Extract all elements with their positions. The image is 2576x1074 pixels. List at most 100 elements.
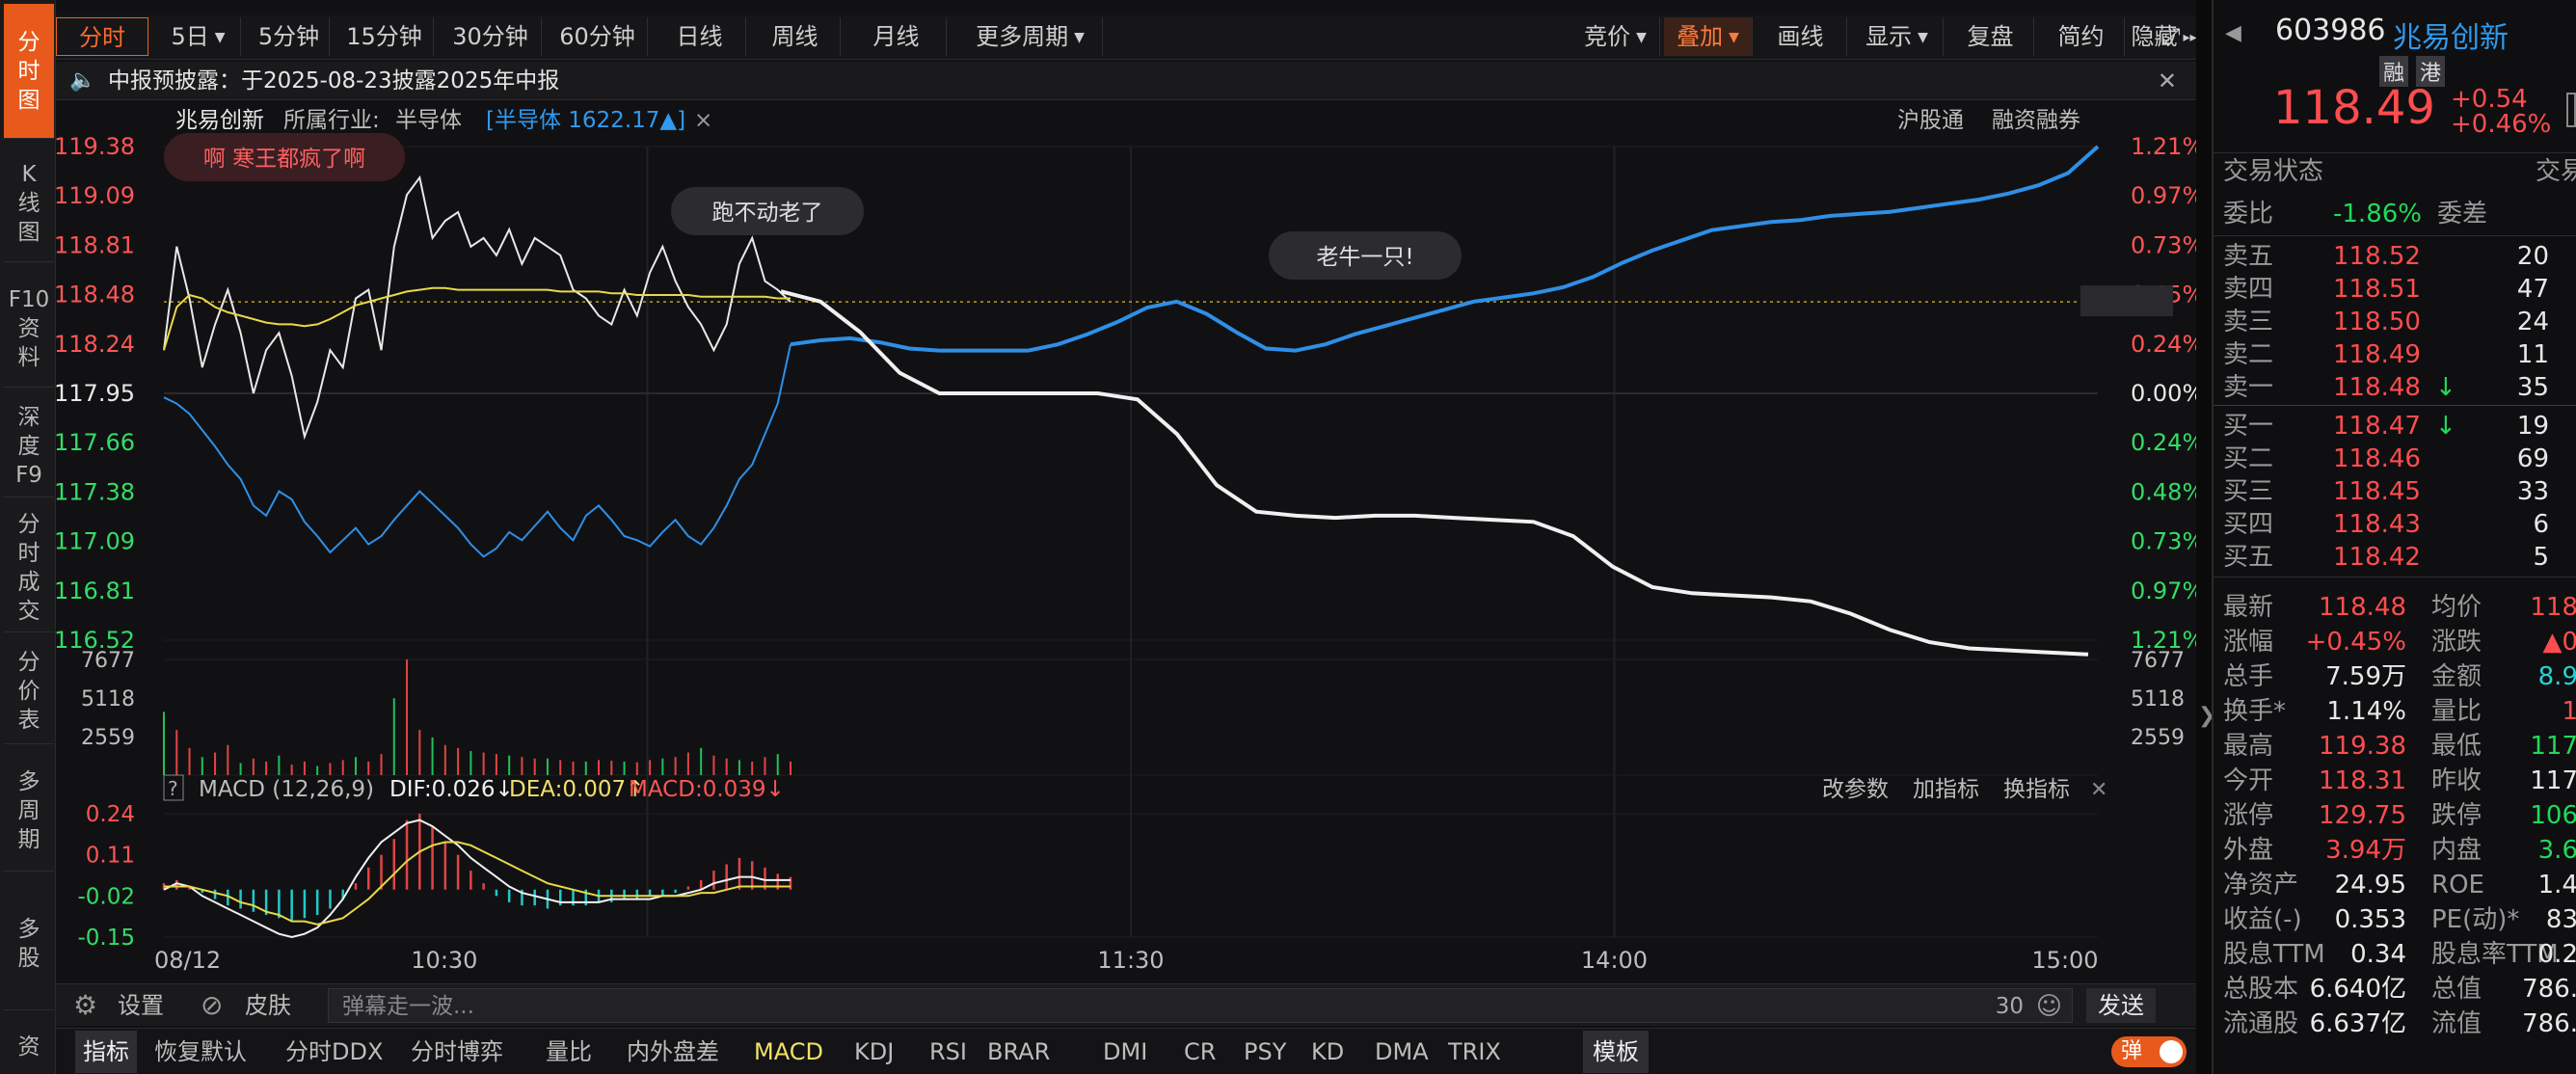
indicator-tab-6[interactable]: MACD bbox=[754, 1031, 823, 1073]
skin-button[interactable]: 皮肤 bbox=[245, 984, 291, 1027]
indicator-tab-10[interactable]: DMI bbox=[1103, 1031, 1147, 1073]
toolbar-right-3[interactable]: 显示 ▼ bbox=[1851, 17, 1944, 56]
bid-price[interactable]: 118.46 bbox=[2333, 442, 2421, 476]
period-tab-1[interactable]: 5日 ▼ bbox=[156, 17, 241, 56]
settings-icon[interactable]: ⚙ bbox=[73, 984, 97, 1027]
indicator-tab-15[interactable]: TRIX bbox=[1448, 1031, 1501, 1073]
toolbar-right-5[interactable]: 简约 bbox=[2038, 17, 2125, 56]
industry-name[interactable]: 半导体 bbox=[395, 108, 462, 133]
stat-label: 均价 bbox=[2431, 593, 2482, 622]
ask-price[interactable]: 118.52 bbox=[2333, 239, 2421, 274]
right-scroll-handle[interactable] bbox=[2566, 93, 2576, 127]
price-change-pct: +0.46% bbox=[2451, 110, 2552, 139]
period-tab-2[interactable]: 5分钟 bbox=[249, 17, 330, 56]
ask-price[interactable]: 118.48 bbox=[2333, 370, 2421, 405]
close-icon[interactable]: ✕ bbox=[2090, 778, 2107, 802]
danmaku-toggle[interactable]: 弹 bbox=[2111, 1036, 2187, 1067]
price-axis-label: 119.09 bbox=[56, 182, 135, 209]
indicator-tab-14[interactable]: DMA bbox=[1375, 1031, 1429, 1073]
toolbar-right-4[interactable]: 复盘 bbox=[1947, 17, 2034, 56]
indicator-tab-5[interactable]: 内外盘差 bbox=[627, 1031, 719, 1073]
margin-link[interactable]: 融资融券 bbox=[1992, 108, 2080, 133]
indicator-tab-2[interactable]: 分时DDX bbox=[285, 1031, 383, 1073]
danmaku-text: 啊 寒王都疯了啊 bbox=[203, 147, 365, 172]
ask-price[interactable]: 118.49 bbox=[2333, 337, 2421, 372]
stat-value: 83 bbox=[2545, 905, 2576, 934]
indicator-tab-11[interactable]: CR bbox=[1184, 1031, 1216, 1073]
sidebar-tab-6[interactable]: 多周期 bbox=[4, 750, 54, 872]
settings-button[interactable]: 设置 bbox=[118, 984, 164, 1027]
indicator-tab-4[interactable]: 量比 bbox=[546, 1031, 592, 1073]
stat-value: 117 bbox=[2530, 766, 2576, 795]
status-label: 交易状态 bbox=[2223, 157, 2324, 186]
macd-link[interactable]: 改参数 bbox=[1822, 777, 1889, 802]
period-label: 分时 bbox=[79, 24, 125, 51]
ask-price[interactable]: 118.50 bbox=[2333, 305, 2421, 339]
bid-label: 买五 bbox=[2223, 543, 2274, 572]
sidebar-tab-7[interactable]: 多股 bbox=[4, 877, 54, 1010]
danmaku-input[interactable]: 弹幕走一波... 30 ☺ bbox=[328, 988, 2073, 1023]
indicator-tab-0[interactable]: 指标 bbox=[75, 1031, 137, 1073]
overlay-index-tag[interactable]: [半导体 1622.17▲] bbox=[486, 108, 685, 133]
bid-price[interactable]: 118.45 bbox=[2333, 474, 2421, 509]
hk-connect-link[interactable]: 沪股通 bbox=[1897, 108, 1964, 133]
close-icon[interactable]: ✕ bbox=[2158, 62, 2177, 100]
stat-value: +0.45% bbox=[2305, 628, 2406, 657]
toolbar-label: 简约 bbox=[2057, 23, 2105, 50]
notice-text[interactable]: 中报预披露：于2025-08-23披露2025年中报 bbox=[108, 62, 559, 100]
period-tab-8[interactable]: 月线 bbox=[846, 17, 947, 56]
bid-volume: 6 bbox=[2533, 510, 2549, 539]
sidebar-tab-0[interactable]: 分时图 bbox=[4, 4, 54, 139]
macd-axis-label: 0.11 bbox=[86, 844, 135, 869]
indicator-tab-8[interactable]: RSI bbox=[929, 1031, 967, 1073]
sidebar-tab-3[interactable]: 深度 F9 bbox=[4, 395, 54, 497]
period-tab-9[interactable]: 更多周期 ▼ bbox=[958, 17, 1103, 56]
indicator-tab-16[interactable]: 模板 bbox=[1583, 1031, 1649, 1073]
panel-divider: ❯ bbox=[2196, 0, 2215, 1074]
sidebar-tab-4[interactable]: 分时成交 bbox=[4, 503, 54, 632]
emoji-icon[interactable]: ☺ bbox=[2036, 989, 2062, 1024]
indicator-tab-12[interactable]: PSY bbox=[1244, 1031, 1286, 1073]
period-tab-5[interactable]: 60分钟 bbox=[548, 17, 648, 56]
skin-icon[interactable]: ⊘ bbox=[201, 984, 223, 1027]
overlay-close-icon[interactable]: × bbox=[694, 108, 712, 133]
toolbar-right-2[interactable]: 画线 bbox=[1755, 17, 1847, 56]
indicator-tab-13[interactable]: KD bbox=[1311, 1031, 1344, 1073]
period-tab-7[interactable]: 周线 bbox=[750, 17, 841, 56]
sidebar-tab-1[interactable]: K线图 bbox=[4, 145, 54, 262]
stock-code: 603986 bbox=[2275, 13, 2386, 47]
chart-svg[interactable]: 119.38 119.09 118.81 118.48 118.24 117.95 117.… bbox=[54, 100, 2204, 983]
sidebar-tab-5[interactable]: 分价表 bbox=[4, 638, 54, 744]
toolbar-right-1[interactable]: 叠加 ▼ bbox=[1664, 17, 1753, 56]
period-tab-4[interactable]: 30分钟 bbox=[440, 17, 542, 56]
toolbar-right-0[interactable]: 竞价 ▼ bbox=[1571, 17, 1660, 56]
indicator-tab-1[interactable]: 恢复默认 bbox=[154, 1031, 247, 1073]
send-button[interactable]: 发送 bbox=[2086, 988, 2156, 1023]
period-tab-0[interactable]: 分时 bbox=[56, 17, 148, 56]
fullscreen-icon[interactable]: ⤢ bbox=[2152, 17, 2190, 56]
ask-volume: 11 bbox=[2516, 340, 2549, 369]
indicator-tab-3[interactable]: 分时博弈 bbox=[411, 1031, 503, 1073]
back-arrow-icon[interactable]: ◀ bbox=[2225, 21, 2241, 45]
bid-price[interactable]: 118.42 bbox=[2333, 540, 2421, 575]
indicator-tab-9[interactable]: BRAR bbox=[987, 1031, 1050, 1073]
indicator-tab-7[interactable]: KDJ bbox=[854, 1031, 894, 1073]
intraday-chart[interactable]: 119.38 119.09 118.81 118.48 118.24 117.95 117.… bbox=[54, 100, 2204, 991]
macd-value: MACD:0.039↓ bbox=[629, 777, 785, 802]
macd-link[interactable]: 换指标 bbox=[2003, 777, 2070, 802]
sidebar-tab-char: 交 bbox=[17, 598, 40, 624]
sidebar-tab-char: 度 bbox=[17, 433, 40, 459]
ask-price[interactable]: 118.51 bbox=[2333, 272, 2421, 307]
stat-value: 117 bbox=[2530, 732, 2576, 761]
bid-volume: 19 bbox=[2516, 412, 2549, 441]
ask-label: 卖一 bbox=[2223, 373, 2274, 402]
period-tab-6[interactable]: 日线 bbox=[654, 17, 746, 56]
period-tab-3[interactable]: 15分钟 bbox=[335, 17, 434, 56]
macd-link[interactable]: 加指标 bbox=[1913, 777, 1979, 802]
bid-price[interactable]: 118.47 bbox=[2333, 409, 2421, 443]
sidebar-tab-2[interactable]: F10 资料 bbox=[4, 270, 54, 388]
stat-value: 7.59万 bbox=[2325, 662, 2406, 691]
bid-price[interactable]: 118.43 bbox=[2333, 507, 2421, 542]
sidebar-tab-8[interactable]: 资 bbox=[4, 1018, 54, 1074]
pct-axis-label: 1.21% bbox=[2131, 133, 2196, 160]
